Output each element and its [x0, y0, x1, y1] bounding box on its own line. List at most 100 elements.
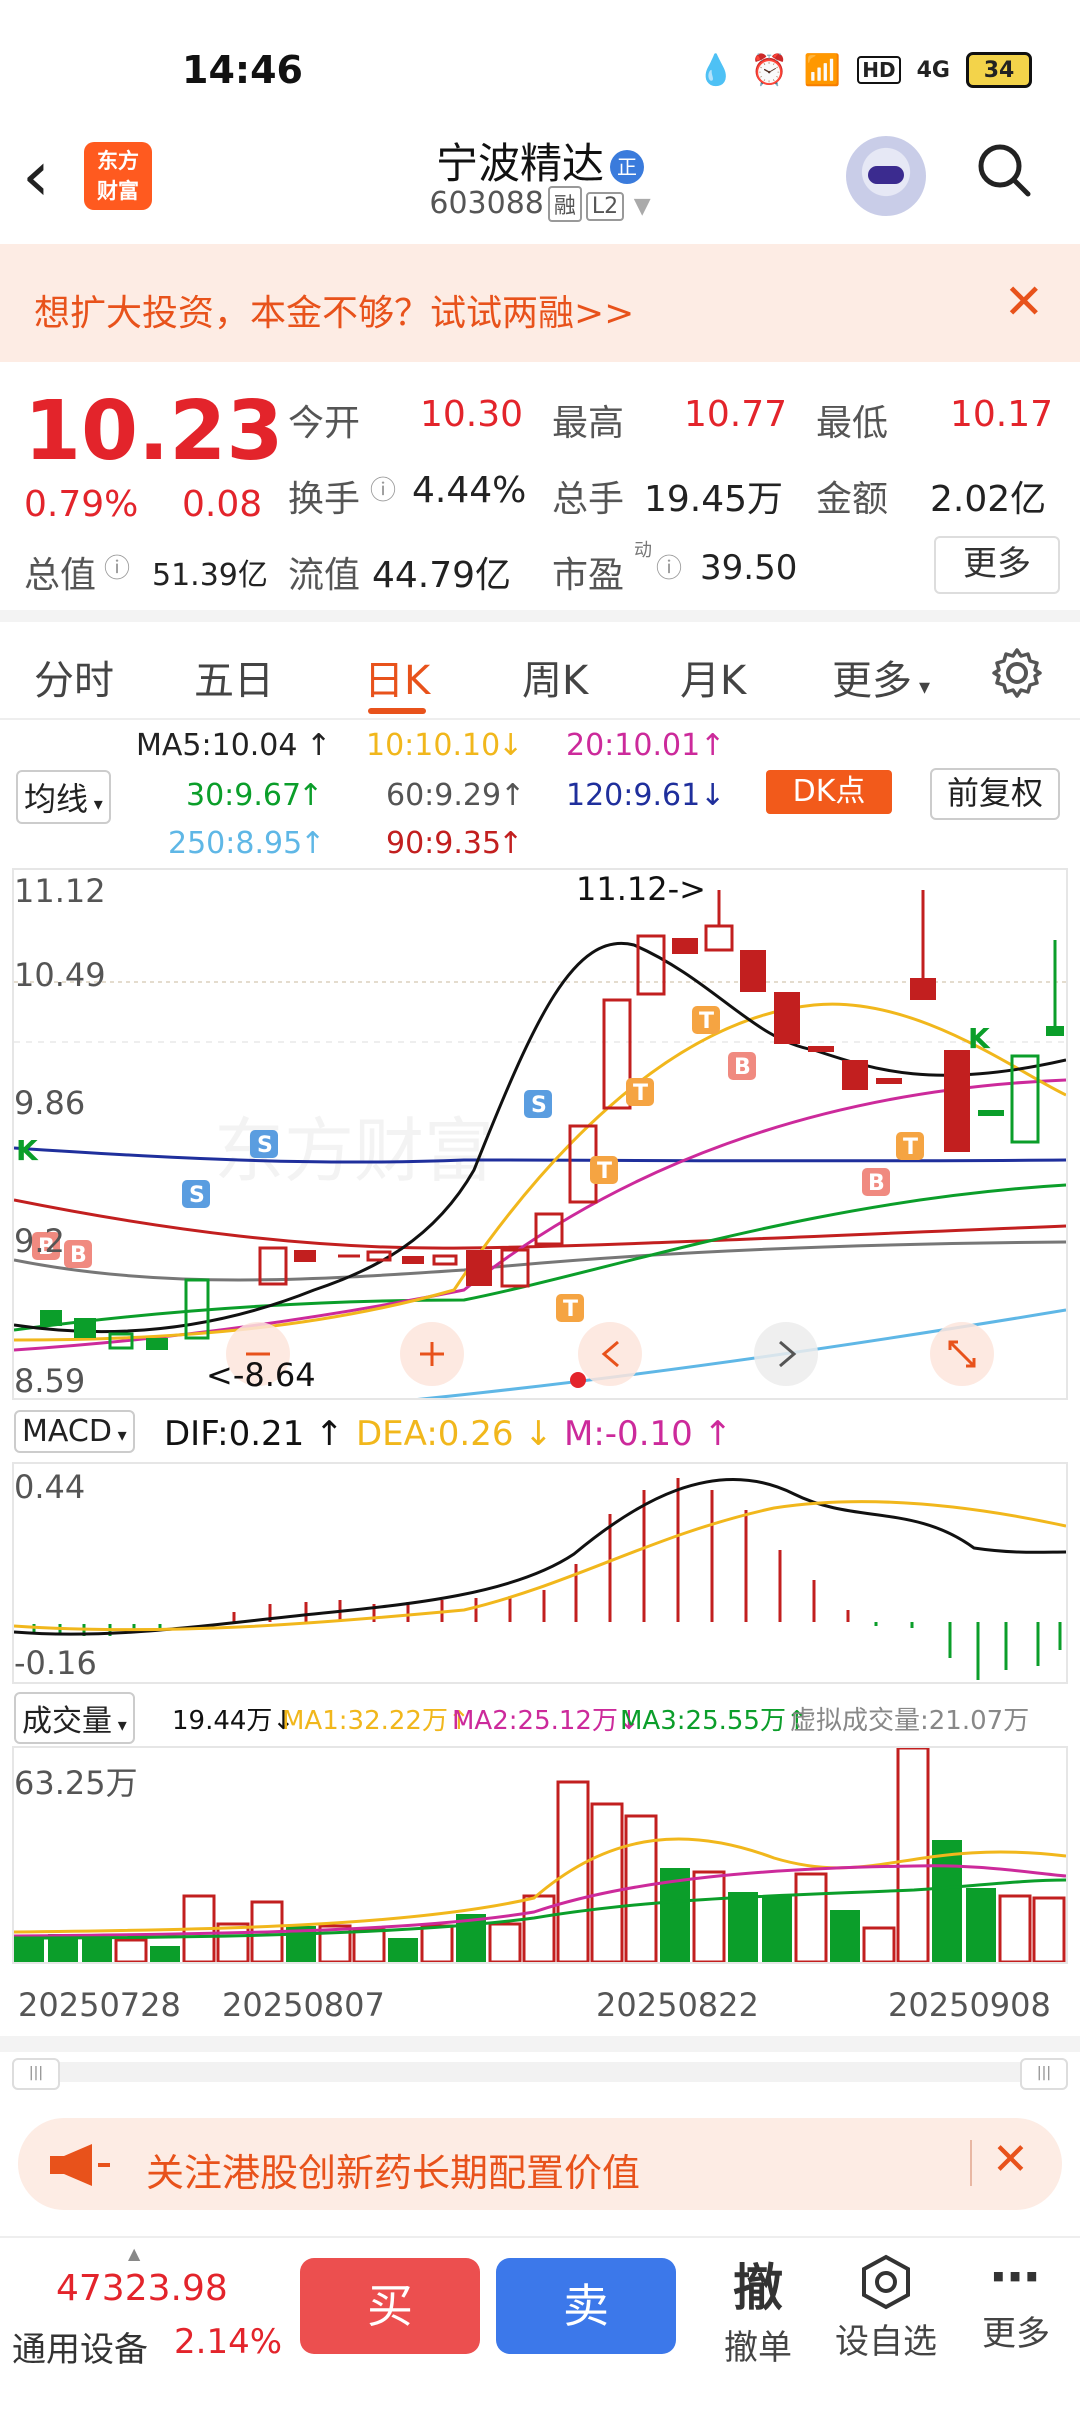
level2-tag: L2 [585, 192, 625, 221]
pe-value: 39.50 [700, 548, 798, 588]
svg-text:T: T [903, 1135, 918, 1160]
macd-selector-label: MACD [22, 1414, 112, 1449]
m-value: M:-0.10 ↑ [564, 1414, 733, 1454]
sector-index-value[interactable]: 47323.98 [56, 2268, 228, 2309]
volume-ma2: MA2:25.12万↓ [452, 1706, 640, 1736]
arrow-up-icon: ↑ [298, 778, 324, 813]
min-price-label: <-8.64 [206, 1356, 316, 1394]
dk-point-button[interactable]: DK点 [766, 770, 892, 814]
macd-selector[interactable]: MACD ▾ [14, 1410, 135, 1453]
ma-selector[interactable]: 均线 ▾ [16, 770, 111, 824]
scroll-handle-right[interactable]: ||| [1020, 2058, 1068, 2090]
ma120-value: 120:9.61 [566, 778, 701, 813]
open-value: 10.30 [420, 394, 524, 435]
tab-weekly-k[interactable]: 周K [522, 648, 588, 706]
tab-intraday[interactable]: 分时 [34, 648, 114, 706]
max-price-label: 11.12-> [576, 870, 706, 908]
divider [0, 610, 1080, 622]
ma20-value: 20:10.01 [566, 728, 701, 763]
turnover-value: 4.44% [412, 470, 527, 511]
volume-selector[interactable]: 成交量 ▾ [14, 1692, 135, 1744]
notice-text[interactable]: 关注港股创新药长期配置价值 [146, 2142, 640, 2197]
tab-more[interactable]: 更多 ▾ [832, 648, 930, 706]
kline-chart[interactable]: 东方财富 B B S S S T T T T B B T K K 11.12 1… [12, 868, 1068, 1400]
sector-change: 2.14% [174, 2322, 283, 2362]
divider [0, 2036, 1080, 2052]
divider [0, 718, 1080, 720]
tab-monthly-k[interactable]: 月K [680, 648, 746, 706]
search-icon[interactable] [976, 142, 1032, 198]
more-menu-button[interactable]: ⋯ 更多 [970, 2248, 1062, 2355]
news-notice[interactable]: 关注港股创新药长期配置价值 ✕ [18, 2118, 1062, 2210]
adjust-forward-button[interactable]: 前复权 [930, 768, 1060, 820]
arrow-down-icon: ↓ [498, 728, 524, 763]
promo-banner[interactable]: 想扩大投资，本金不够？试试两融>> ✕ [0, 244, 1080, 362]
info-icon[interactable]: ⓘ [656, 548, 682, 585]
ma250-line [417, 1308, 1066, 1398]
verified-badge: 正 [610, 149, 644, 184]
y-axis-label: 11.12 [14, 872, 106, 910]
volume-selector-label: 成交量 [22, 1704, 112, 1739]
promo-text[interactable]: 想扩大投资，本金不够？试试两融>> [34, 284, 634, 336]
y-axis-label: 9.2 [14, 1222, 65, 1260]
volume-ma2-line [14, 1864, 1066, 1938]
buy-button[interactable]: 买 [300, 2258, 480, 2354]
macd-bottom-label: -0.16 [14, 1644, 97, 1682]
chart-scrollbar[interactable]: ||| ||| [12, 2058, 1068, 2090]
volume-chart[interactable]: 63.25万 [12, 1746, 1068, 1964]
ma90-value: 90:9.35 [386, 826, 502, 861]
svg-text:S: S [189, 1183, 205, 1208]
pan-right-button[interactable] [754, 1322, 818, 1386]
arrow-up-icon: ↑ [500, 778, 526, 813]
svg-text:S: S [257, 1133, 273, 1158]
close-icon[interactable]: ✕ [992, 2134, 1029, 2185]
x-axis-date: 20250728 [18, 1986, 181, 2024]
ma250-value: 250:8.95 [168, 826, 303, 861]
assistant-robot-icon[interactable] [846, 136, 926, 216]
sector-name[interactable]: 通用设备 [12, 2322, 148, 2371]
dea-text: DEA:0.26 [356, 1414, 514, 1454]
info-icon[interactable]: ⓘ [370, 470, 396, 507]
volume-ma2-text: MA2:25.12万 [452, 1706, 618, 1736]
macd-chart[interactable]: 0.44 -0.16 [12, 1462, 1068, 1684]
more-button[interactable]: 更多 [934, 536, 1060, 594]
stock-code-text: 603088 [429, 186, 544, 221]
svg-text:T: T [597, 1159, 612, 1184]
divider [970, 2140, 972, 2186]
change-percent: 0.79% [24, 484, 139, 525]
macd-negative-bars [32, 1622, 1062, 1680]
tab-daily-k[interactable]: 日K [364, 648, 430, 706]
pan-left-button[interactable] [578, 1322, 642, 1386]
svg-text:T: T [699, 1009, 714, 1034]
cancel-order-icon: 撤 [733, 2259, 783, 2317]
svg-text:B: B [868, 1171, 885, 1196]
settings-gear-icon[interactable] [990, 646, 1044, 700]
ma30-value: 30:9.67 [186, 778, 302, 813]
svg-text:T: T [563, 1297, 578, 1322]
caret-icon: ▾ [111, 1425, 127, 1446]
add-watchlist-label: 设自选 [835, 2322, 937, 2362]
more-menu-label: 更多 [982, 2314, 1050, 2354]
low-label: 最低 [816, 403, 889, 444]
dif-value: DIF:0.21 ↑ [164, 1414, 344, 1454]
tab-five-day[interactable]: 五日 [194, 648, 274, 706]
close-icon[interactable]: ✕ [1004, 274, 1044, 330]
volume-value: 19.45万 [644, 479, 784, 520]
caret-up-icon[interactable]: ▲ [128, 2244, 140, 2263]
chart-nav-controls[interactable] [226, 1322, 994, 1386]
cancel-order-label: 撤单 [724, 2328, 792, 2368]
add-watchlist-button[interactable]: 设自选 [830, 2248, 942, 2363]
current-price: 10.23 [24, 384, 284, 479]
pe-label: 市盈 [552, 555, 625, 596]
svg-text:B: B [70, 1243, 87, 1268]
amount-label: 金额 [816, 479, 889, 520]
kline-canvas[interactable]: 东方财富 B B S S S T T T T B B T K K [14, 870, 1066, 1398]
volume-ma1: MA1:32.22万↑ [282, 1706, 470, 1736]
volume-top-label: 63.25万 [14, 1764, 138, 1802]
info-icon[interactable]: ⓘ [104, 548, 130, 585]
open-label: 今开 [288, 403, 361, 444]
scroll-handle-left[interactable]: ||| [12, 2058, 60, 2090]
cancel-order-button[interactable]: 撤 撤单 [712, 2248, 804, 2369]
stock-header: ‹ 东方 财富 宁波精达正 603088 融 L2 ▼ [0, 120, 1080, 244]
sell-button[interactable]: 卖 [496, 2258, 676, 2354]
